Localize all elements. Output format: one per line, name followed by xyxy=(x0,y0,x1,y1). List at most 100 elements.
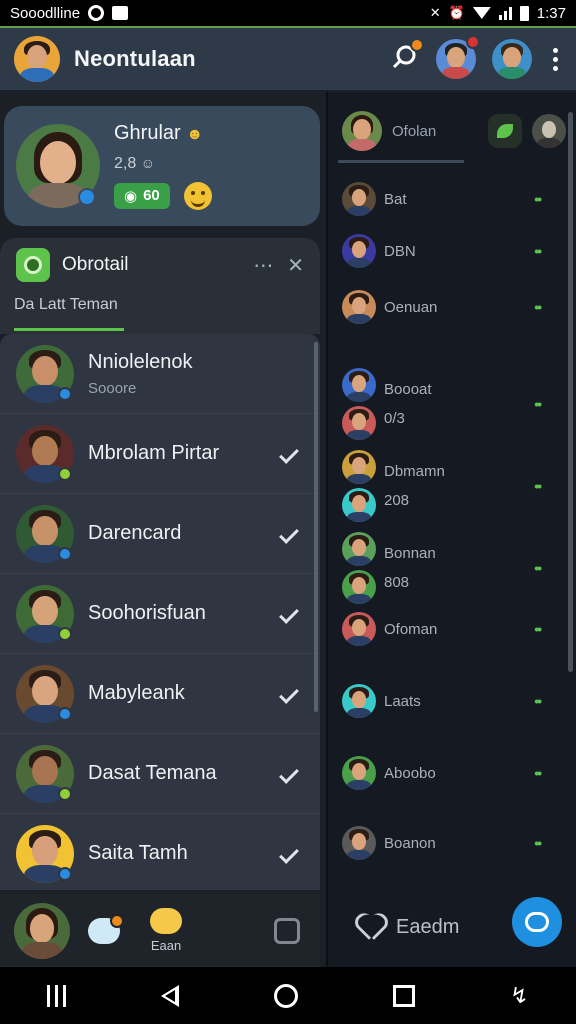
search-badge xyxy=(410,37,424,52)
friend-row[interactable]: Mabyleank xyxy=(0,654,320,734)
online-badge-icon xyxy=(58,786,72,801)
right-list-item[interactable]: Oenuan •• xyxy=(328,290,574,324)
check-icon[interactable] xyxy=(279,523,299,544)
right-item-name: DBN xyxy=(384,242,416,260)
home-button[interactable] xyxy=(274,983,299,1008)
online-indicator-icon: •• xyxy=(534,560,542,576)
right-list-item[interactable]: DBN •• xyxy=(328,234,574,268)
right-list-item[interactable]: Boooat 0/3 •• xyxy=(328,368,574,440)
friend-row[interactable]: Soohorisfuan xyxy=(0,574,320,654)
right-item-name: Bonnan xyxy=(384,545,436,562)
friend-row[interactable]: Saita Tamh xyxy=(0,814,320,890)
friend-row[interactable]: Dasat Temana xyxy=(0,734,320,814)
friends-list: Nniolelenok Sooore Mbrolam Pirtar Darencard… xyxy=(0,334,320,890)
bottom-profile-avatar[interactable] xyxy=(14,902,70,959)
notification-icon xyxy=(112,6,129,20)
right-item-avatar[interactable] xyxy=(342,684,376,718)
friend-avatar[interactable] xyxy=(16,664,74,723)
right-item-avatar[interactable] xyxy=(342,826,376,860)
friend-row[interactable]: Mbrolam Pirtar xyxy=(0,414,320,494)
right-item-avatar[interactable] xyxy=(342,290,376,324)
right-item-avatar[interactable] xyxy=(342,182,376,216)
online-indicator-icon: •• xyxy=(534,693,542,709)
check-icon[interactable] xyxy=(279,443,299,464)
alarm-icon: ⏰ xyxy=(448,5,465,20)
friend-name: Mbrolam Pirtar xyxy=(88,442,220,464)
right-item-avatar[interactable] xyxy=(342,532,376,566)
profile-card[interactable]: Ghrular ☻ 2,8 ☺ ◉ 60 xyxy=(4,106,320,226)
right-list-item[interactable]: Boanon •• xyxy=(328,826,574,860)
right-item-avatar[interactable] xyxy=(342,368,376,402)
online-indicator-icon: •• xyxy=(534,835,542,851)
right-item-name: Laats xyxy=(384,692,421,710)
header-avatar-1[interactable] xyxy=(436,35,480,79)
points-badge[interactable]: ◉ 60 xyxy=(114,182,170,209)
friend-avatar[interactable] xyxy=(16,344,74,403)
right-item-avatar[interactable] xyxy=(342,488,376,522)
right-item-avatar[interactable] xyxy=(342,570,376,604)
right-list-item[interactable]: Ofoman •• xyxy=(328,612,574,646)
right-list-item[interactable]: Dbmamn 208 •• xyxy=(328,450,574,522)
right-bottom-bar: Eaedm xyxy=(328,887,574,967)
friend-avatar[interactable] xyxy=(16,504,74,563)
right-item-avatar[interactable] xyxy=(342,612,376,646)
header-avatar-2[interactable] xyxy=(492,39,532,79)
friend-avatar[interactable] xyxy=(16,424,74,483)
eaan-button[interactable]: Eaan xyxy=(150,908,182,953)
clock: 1:37 xyxy=(536,4,566,22)
right-item-name: Boanon xyxy=(384,834,436,852)
minimize-button[interactable]: ⋯ xyxy=(253,253,273,278)
friends-scrollbar[interactable] xyxy=(314,342,318,712)
right-list-item[interactable]: Aboobo •• xyxy=(328,756,574,790)
home-icon[interactable] xyxy=(274,917,300,944)
online-badge-icon xyxy=(58,386,72,401)
friend-subtitle: Sooore xyxy=(88,379,137,397)
right-item-avatar[interactable] xyxy=(342,406,376,440)
right-list-item[interactable]: Bonnan 808 •• xyxy=(328,532,574,604)
more-menu-button[interactable] xyxy=(548,47,562,71)
friend-row[interactable]: Nniolelenok Sooore xyxy=(0,334,320,414)
new-chat-fab[interactable] xyxy=(512,897,562,947)
right-item-name: Boooat xyxy=(384,381,432,398)
heart-icon[interactable] xyxy=(356,915,382,939)
right-item-avatar[interactable] xyxy=(342,756,376,790)
right-item-name: Bat xyxy=(384,190,407,208)
right-list-item[interactable]: Bat •• xyxy=(328,182,574,216)
online-badge-icon xyxy=(58,466,72,481)
app-logo-avatar[interactable] xyxy=(14,36,60,82)
profile-avatar[interactable] xyxy=(16,124,100,208)
online-badge-icon xyxy=(58,866,72,881)
right-bottom-label: Eaedm xyxy=(396,915,460,938)
right-item-avatar[interactable] xyxy=(342,450,376,484)
leaf-icon xyxy=(497,124,513,138)
recent-apps-button[interactable] xyxy=(47,984,67,1007)
right-scrollbar[interactable] xyxy=(568,112,573,672)
leaf-button[interactable] xyxy=(488,114,522,148)
person-icon: ☺ xyxy=(140,154,155,171)
right-header-avatar-2[interactable] xyxy=(532,114,566,148)
overview-button[interactable] xyxy=(393,984,416,1007)
right-item-avatar[interactable] xyxy=(342,234,376,268)
friend-avatar[interactable] xyxy=(16,744,74,803)
friend-name: Saita Tamh xyxy=(88,842,188,864)
friend-row[interactable]: Darencard xyxy=(0,494,320,574)
check-icon[interactable] xyxy=(279,763,299,784)
friend-avatar[interactable] xyxy=(16,824,74,883)
search-button[interactable] xyxy=(390,37,424,77)
more-vert-icon xyxy=(552,47,558,53)
online-indicator-icon: •• xyxy=(534,396,542,412)
check-icon[interactable] xyxy=(279,603,299,624)
check-icon[interactable] xyxy=(279,683,299,704)
tab-friends[interactable]: Da Latt Teman xyxy=(14,296,118,314)
smile-emoji-icon[interactable] xyxy=(184,182,213,211)
messages-button[interactable] xyxy=(88,913,124,944)
right-list-item[interactable]: Laats •• xyxy=(328,684,574,718)
close-button[interactable]: ✕ xyxy=(287,253,304,278)
right-header-avatar[interactable] xyxy=(342,111,382,151)
check-icon[interactable] xyxy=(279,843,299,864)
friend-avatar[interactable] xyxy=(16,584,74,643)
assistant-button[interactable]: ↯ xyxy=(510,983,528,1009)
right-pane-header: Ofolan xyxy=(328,92,576,160)
friends-panel-header: Obrotail ⋯ ✕ Da Latt Teman xyxy=(0,238,320,334)
back-button[interactable] xyxy=(161,984,180,1007)
